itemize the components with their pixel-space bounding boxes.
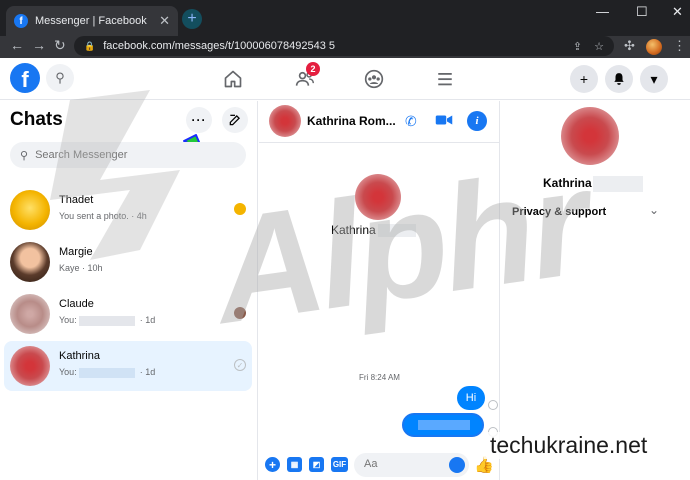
home-nav-button[interactable]: [218, 64, 248, 94]
conversation-panel: Kathrina Rom... ✆ i Kathrina Fri 8:24 AM…: [259, 101, 500, 480]
seen-avatar-icon: [234, 307, 246, 319]
home-icon: [224, 70, 242, 88]
conversation-profile-avatar[interactable]: [355, 174, 401, 220]
search-icon: ⚲: [20, 149, 29, 162]
browser-menu-icon[interactable]: ⋮: [673, 38, 686, 54]
chevron-down-icon[interactable]: ⌄: [649, 203, 659, 217]
message-bubble[interactable]: [402, 413, 484, 437]
chat-name: Kathrina: [59, 350, 100, 362]
account-menu-button[interactable]: ▾: [640, 65, 668, 93]
facebook-header: f ⚲ 2 + ▾: [0, 58, 690, 100]
hamburger-menu-icon: [438, 73, 452, 86]
browser-tab-strip: f Messenger | Facebook ✕ + — ☐ ✕: [0, 0, 690, 36]
avatar: [10, 242, 50, 282]
chats-title: Chats: [10, 109, 63, 130]
url-text[interactable]: facebook.com/messages/t/100006078492543 …: [103, 40, 561, 52]
bell-icon: [614, 73, 624, 85]
avatar[interactable]: [269, 105, 301, 137]
more-actions-plus-icon[interactable]: +: [265, 457, 280, 472]
privacy-support-section[interactable]: Privacy & support: [512, 206, 606, 218]
gif-icon[interactable]: GIF: [331, 457, 348, 472]
sent-check-icon: ✓: [234, 359, 246, 371]
bookmark-star-icon[interactable]: ☆: [594, 40, 604, 53]
minimize-icon[interactable]: —: [596, 4, 609, 19]
avatar: [10, 346, 50, 386]
details-contact-name: Kathrina: [543, 176, 643, 192]
lock-icon: 🔒: [84, 40, 96, 51]
chat-item-thadet[interactable]: Thadet You sent a photo. · 4h: [4, 185, 252, 235]
conversation-info-button[interactable]: i: [467, 111, 487, 131]
chat-name: Claude: [59, 298, 94, 310]
redacted-text: [79, 367, 136, 378]
create-button[interactable]: +: [570, 65, 598, 93]
facebook-logo-icon[interactable]: f: [10, 63, 40, 93]
search-messenger-box[interactable]: ⚲: [10, 142, 246, 168]
chat-name: Thadet: [59, 194, 94, 206]
search-messenger-input[interactable]: [35, 149, 226, 161]
chat-item-kathrina[interactable]: Kathrina You: · 1d ✓: [4, 341, 252, 391]
close-tab-icon[interactable]: ✕: [159, 13, 170, 29]
groups-icon: [364, 69, 384, 89]
notifications-button[interactable]: [605, 65, 633, 93]
emoji-icon[interactable]: [449, 457, 465, 473]
facebook-favicon-icon: f: [14, 14, 28, 28]
details-avatar[interactable]: [561, 107, 619, 165]
message-input-wrap[interactable]: [354, 453, 469, 477]
tab-title: Messenger | Facebook: [35, 15, 147, 27]
details-panel: Kathrina Privacy & support ⌄: [501, 101, 690, 480]
browser-tab[interactable]: f Messenger | Facebook ✕: [6, 6, 178, 36]
avatar: [10, 190, 50, 230]
browser-toolbar: ← → ↻ 🔒 facebook.com/messages/t/10000607…: [0, 36, 690, 58]
attach-image-icon[interactable]: ▦: [287, 457, 302, 472]
watermark-site-text: techukraine.net: [484, 432, 654, 459]
conversation-profile-name: Kathrina: [331, 223, 416, 238]
chat-preview: You sent a photo. · 4h: [59, 211, 147, 221]
profile-avatar[interactable]: [646, 39, 662, 55]
redacted-text: [592, 176, 643, 192]
seen-avatar-icon: [234, 203, 246, 215]
message-composer: + ▦ ◩ GIF 👍: [259, 449, 500, 480]
extensions-puzzle-icon[interactable]: ✣: [624, 38, 635, 54]
compose-icon: [229, 114, 240, 126]
new-message-button[interactable]: [222, 107, 248, 133]
new-tab-button[interactable]: +: [182, 9, 202, 29]
chat-name: Margie: [59, 246, 93, 258]
video-call-icon[interactable]: [435, 113, 453, 130]
redacted-text: [79, 315, 136, 326]
redacted-text: [377, 224, 416, 238]
phone-call-icon[interactable]: ✆: [405, 113, 417, 130]
share-icon[interactable]: ⇪: [573, 40, 582, 53]
chats-options-button[interactable]: ···: [186, 107, 212, 133]
chat-preview: You: · 1d: [59, 315, 156, 326]
chat-preview: You: · 1d: [59, 367, 156, 378]
sent-check-icon: [488, 400, 498, 410]
conversation-contact-name[interactable]: Kathrina Rom...: [307, 114, 396, 128]
forward-icon[interactable]: →: [32, 37, 46, 53]
sticker-icon[interactable]: ◩: [309, 457, 324, 472]
maximize-icon[interactable]: ☐: [636, 4, 648, 20]
chat-preview: Kaye · 10h: [59, 263, 103, 273]
conversation-header: Kathrina Rom... ✆ i: [259, 101, 500, 143]
message-bubble[interactable]: Hi: [457, 386, 485, 410]
close-window-icon[interactable]: ✕: [672, 4, 683, 20]
address-bar[interactable]: 🔒 facebook.com/messages/t/10000607849254…: [74, 36, 614, 56]
menu-nav-button[interactable]: [430, 64, 460, 94]
message-input[interactable]: [364, 458, 434, 470]
back-icon[interactable]: ←: [10, 37, 24, 53]
message-timestamp: Fri 8:24 AM: [359, 373, 400, 382]
chats-panel: Chats ··· ⚲ Thadet You sent a photo. · 4…: [0, 101, 258, 480]
chat-item-margie[interactable]: Margie Kaye · 10h: [4, 237, 252, 287]
chat-item-claude[interactable]: Claude You: · 1d: [4, 289, 252, 339]
reload-icon[interactable]: ↻: [54, 37, 66, 54]
friends-nav-button[interactable]: 2: [290, 62, 320, 94]
groups-nav-button[interactable]: [359, 64, 389, 94]
avatar: [10, 294, 50, 334]
facebook-search-button[interactable]: ⚲: [46, 64, 74, 92]
friends-badge: 2: [306, 62, 320, 76]
